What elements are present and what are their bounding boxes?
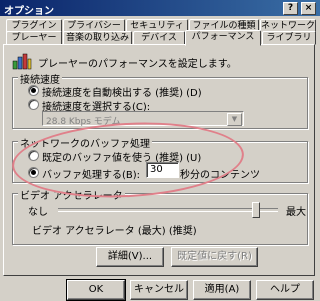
advanced-button[interactable]: 詳細(V)... xyxy=(96,247,164,267)
video-accel-legend: ビデオ アクセラレータ xyxy=(18,187,125,202)
accel-min-label: なし xyxy=(28,207,48,218)
close-button[interactable]: × xyxy=(301,2,316,15)
help-question-button[interactable]: ? xyxy=(283,2,298,15)
tab-player[interactable]: プレーヤー xyxy=(6,31,62,45)
cancel-button[interactable]: キャンセル xyxy=(130,280,188,300)
panel-description: プレーヤーのパフォーマンスを設定します。 xyxy=(38,59,237,70)
tab-performance[interactable]: パフォーマンス xyxy=(185,30,261,46)
speed-combo-value: 28.8 Kbps モデム xyxy=(46,117,121,127)
buffering-legend: ネットワークのバッファ処理 xyxy=(18,135,152,150)
auto-detect-label: 接続速度を自動検出する (推奨) (D) xyxy=(42,88,202,99)
tab-devices[interactable]: デバイス xyxy=(133,31,185,45)
accel-slider-thumb[interactable] xyxy=(252,202,260,218)
buffer-seconds-input[interactable]: 30 xyxy=(146,162,179,178)
title-bar: オプション ? × xyxy=(0,0,320,17)
tab-rip-music[interactable]: 音楽の取り込み xyxy=(63,31,132,45)
choose-speed-radio[interactable] xyxy=(28,99,39,110)
custom-buffer-label: バッファ処理する(B): xyxy=(42,170,141,181)
accel-status-text: ビデオ アクセラレータ (最大) (推奨) xyxy=(32,226,197,237)
custom-buffer-radio[interactable] xyxy=(28,167,39,178)
apply-button[interactable]: 適用(A) xyxy=(193,280,251,300)
speed-combo[interactable]: 28.8 Kbps モデム ▼ xyxy=(42,111,244,127)
ok-button[interactable]: OK xyxy=(66,279,126,301)
bar-chart-icon xyxy=(12,53,32,70)
accel-slider-track[interactable] xyxy=(58,208,278,212)
window-title: オプション xyxy=(4,6,54,17)
help-button[interactable]: ヘルプ xyxy=(256,280,314,300)
restore-defaults-button[interactable]: 既定値に戻す(R) xyxy=(171,247,258,267)
default-buffer-radio[interactable] xyxy=(28,150,39,161)
accel-max-label: 最大 xyxy=(286,207,306,218)
auto-detect-radio[interactable] xyxy=(28,85,39,96)
seconds-suffix-label: 秒分のコンテンツ xyxy=(180,170,260,181)
tab-library[interactable]: ライブラリ xyxy=(262,31,316,45)
chevron-down-icon[interactable]: ▼ xyxy=(227,113,242,126)
